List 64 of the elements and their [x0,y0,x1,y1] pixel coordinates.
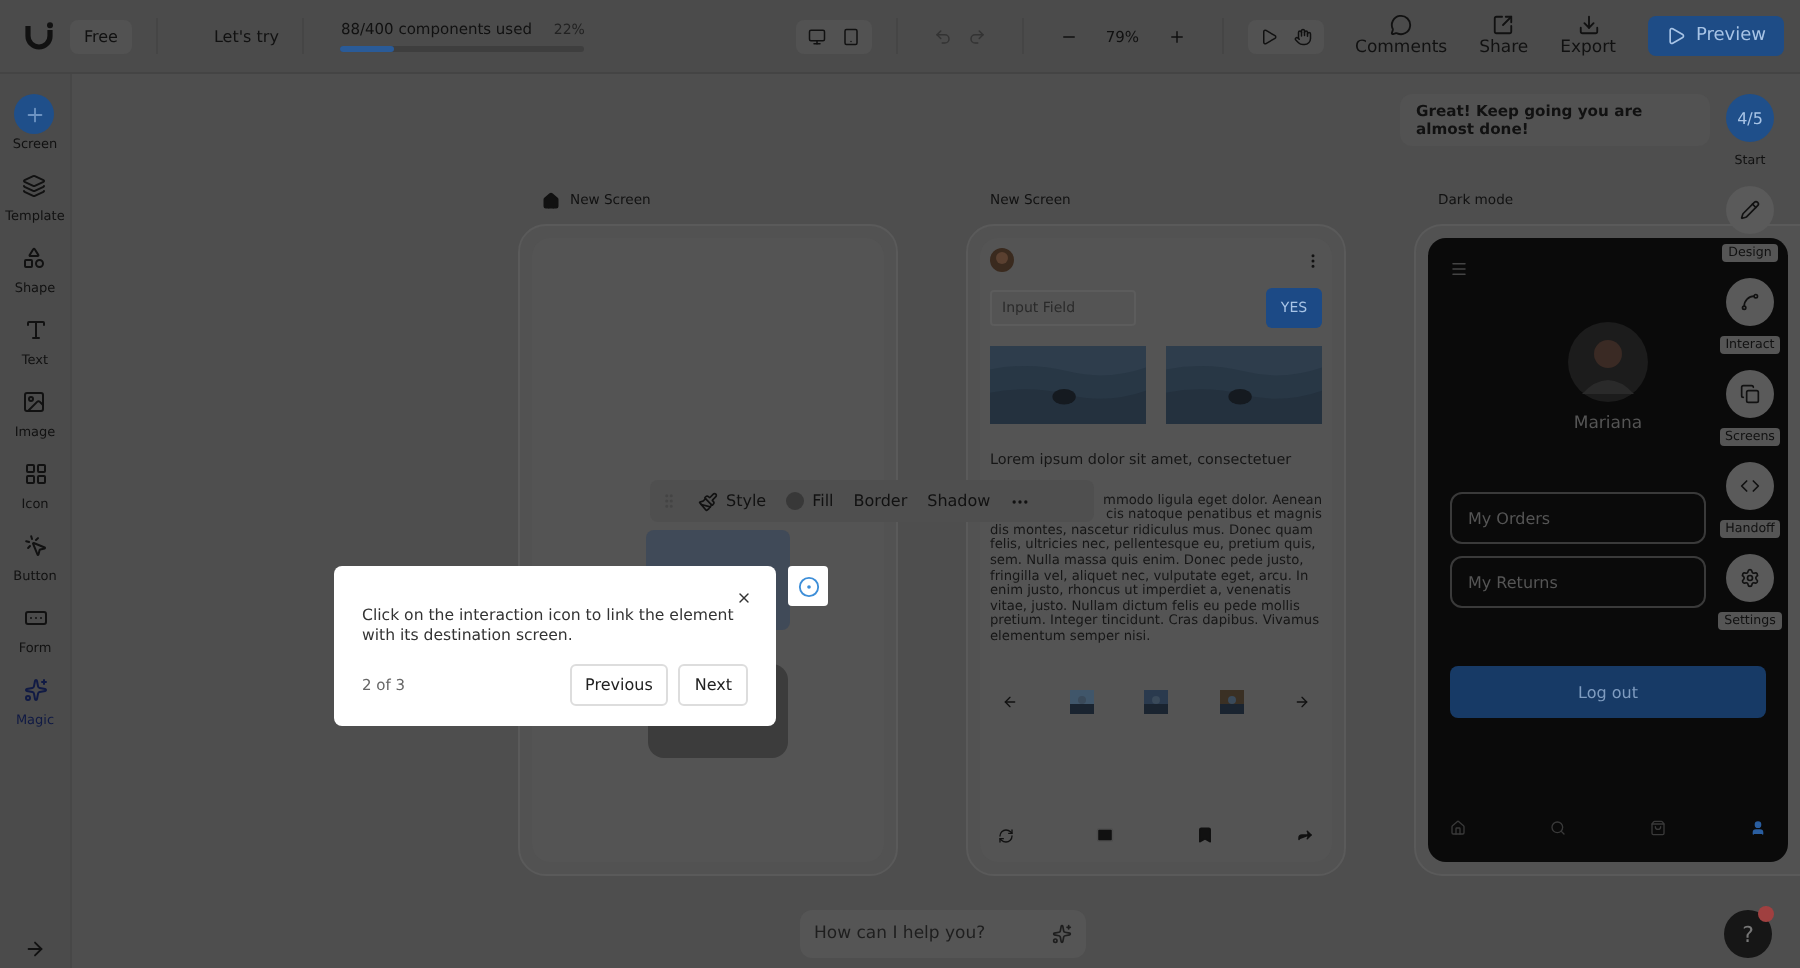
toolbar-item[interactable]: Fill [786,492,834,510]
arrow-right-icon[interactable] [1294,693,1310,710]
fill-swatch [786,492,805,510]
logout-button[interactable]: Log out [1450,666,1766,718]
user-icon[interactable] [1750,820,1766,836]
toolbar-action[interactable]: Comments [1355,14,1448,58]
logo-icon [24,22,54,50]
play-icon[interactable] [1259,27,1278,45]
grid-icon [23,462,47,486]
zoom-in-icon[interactable] [1167,27,1186,45]
menu-field[interactable]: My Returns [1450,556,1706,608]
sparkles-icon[interactable] [1052,924,1072,944]
download-icon [1577,14,1600,36]
text-icon [23,318,47,342]
arrow-left-icon[interactable] [1002,693,1018,710]
tour-nav-button[interactable]: Previous [569,664,669,706]
plus-icon [23,103,46,125]
lets-try-link[interactable]: Let's try [213,27,279,45]
toolbar-item[interactable]: Border [853,492,908,510]
share-icon [1492,14,1515,36]
toolbar-item[interactable]: Shadow [927,492,991,510]
undo-icon[interactable] [933,27,952,45]
bookmark-icon[interactable] [1196,826,1214,844]
tablet-icon[interactable] [841,27,860,45]
toolbar-item[interactable]: Style [698,491,767,511]
expand-button[interactable] [24,938,46,960]
sparkles-icon [23,678,47,702]
form-icon [23,606,47,630]
copy-icon [1740,384,1760,404]
preview-button[interactable]: Preview [1647,16,1784,56]
pencil-icon [1740,200,1760,220]
plan-badge: Free [70,19,132,53]
settings-icon [1740,568,1760,588]
pointer-icon [23,534,47,558]
interaction-icon [797,575,819,597]
redo-icon[interactable] [967,27,986,45]
code-icon [1740,476,1760,496]
rail-button[interactable] [1726,186,1774,234]
menu-icon[interactable] [1450,260,1468,278]
arrow-right-icon [24,938,46,960]
monitor-icon[interactable] [807,27,826,45]
tour-nav-button[interactable]: Next [678,664,748,706]
home-icon[interactable] [1450,820,1466,836]
tour-progress-button[interactable]: 4/5 [1726,94,1774,142]
notification-badge [1758,906,1774,922]
toolbar-action[interactable]: Share [1479,14,1529,58]
bag-icon[interactable] [1650,820,1666,836]
image-icon [22,390,47,414]
comment-icon [1390,14,1413,36]
menu-field[interactable]: My Orders [1450,492,1706,544]
search-icon[interactable] [1550,820,1566,836]
refresh-icon[interactable] [998,827,1014,843]
shapes-icon [22,246,47,270]
forward-icon[interactable] [1296,826,1314,844]
profile-name: Mariana [1573,414,1643,434]
help-button[interactable]: ? [1724,910,1772,958]
interaction-button[interactable] [788,566,828,606]
layers-icon [22,174,47,198]
link-icon [1740,292,1760,312]
play-icon [1665,26,1686,46]
hand-icon[interactable] [1293,27,1312,45]
close-icon[interactable] [736,590,752,606]
brush-icon [698,491,718,511]
toolbar-action[interactable]: Export [1560,14,1616,58]
